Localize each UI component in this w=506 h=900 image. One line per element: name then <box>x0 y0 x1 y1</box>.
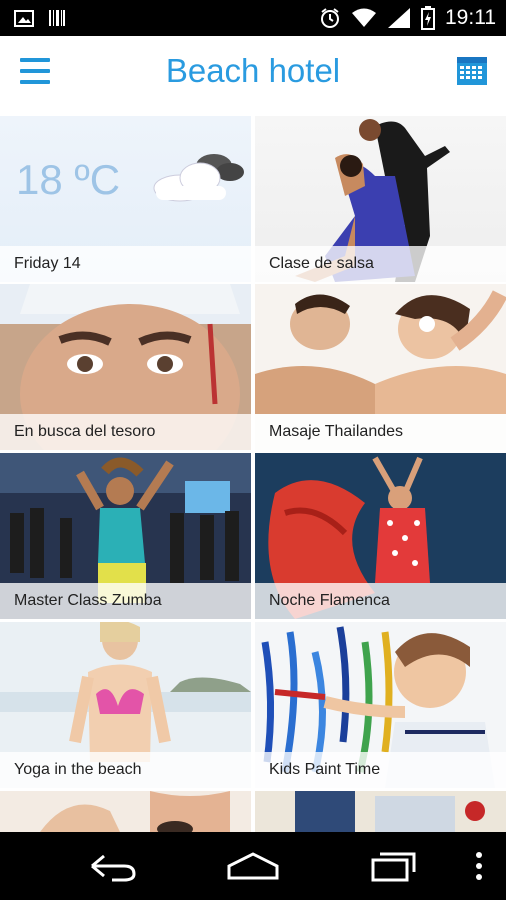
partial-image <box>0 791 251 832</box>
home-icon[interactable] <box>226 850 280 882</box>
activity-tile-partial-left[interactable] <box>0 791 251 832</box>
activity-label: En busca del tesoro <box>14 423 156 440</box>
cloud-icon <box>153 154 244 202</box>
status-time: 19:11 <box>445 6 496 29</box>
activity-tile-yoga[interactable]: Yoga in the beach <box>0 622 251 788</box>
status-bar: 19:11 <box>0 0 506 36</box>
activity-label: Master Class Zumba <box>14 592 162 609</box>
activity-tile-tesoro[interactable]: En busca del tesoro <box>0 284 251 450</box>
app-bar: Beach hotel <box>0 36 506 110</box>
back-icon[interactable] <box>88 850 138 882</box>
page-title: Beach hotel <box>165 52 341 89</box>
navigation-bar <box>0 832 506 900</box>
activity-label: Noche Flamenca <box>269 592 390 609</box>
alarm-icon <box>321 8 339 28</box>
wifi-icon <box>352 8 376 27</box>
activity-tile-kids-paint[interactable]: Kids Paint Time <box>255 622 506 788</box>
activity-tile-partial-right[interactable] <box>255 791 506 832</box>
activity-tile-flamenca[interactable]: Noche Flamenca <box>255 453 506 619</box>
activity-label: Kids Paint Time <box>269 761 381 778</box>
signal-icon <box>388 8 410 28</box>
weather-tile[interactable]: 18 ºC Friday 14 <box>0 116 251 282</box>
battery-icon <box>421 6 435 30</box>
weather-temperature: 18 ºC <box>16 156 121 203</box>
activity-label: Yoga in the beach <box>14 761 142 778</box>
weather-day: Friday 14 <box>14 255 81 272</box>
activity-tile-salsa[interactable]: Clase de salsa <box>255 116 506 282</box>
image-icon <box>14 10 34 27</box>
activity-tile-masaje[interactable]: Masaje Thailandes <box>255 284 506 450</box>
calendar-icon[interactable] <box>456 55 488 87</box>
activity-tile-zumba[interactable]: Master Class Zumba <box>0 453 251 619</box>
partial-image <box>255 791 506 832</box>
activity-label: Clase de salsa <box>269 255 374 272</box>
recents-icon[interactable] <box>370 850 418 882</box>
overflow-menu-icon[interactable] <box>474 850 484 882</box>
barcode-icon <box>49 10 65 26</box>
activities-grid: 18 ºC Friday 14 Clase de salsa En busca … <box>0 110 506 832</box>
activity-label: Masaje Thailandes <box>269 423 404 440</box>
